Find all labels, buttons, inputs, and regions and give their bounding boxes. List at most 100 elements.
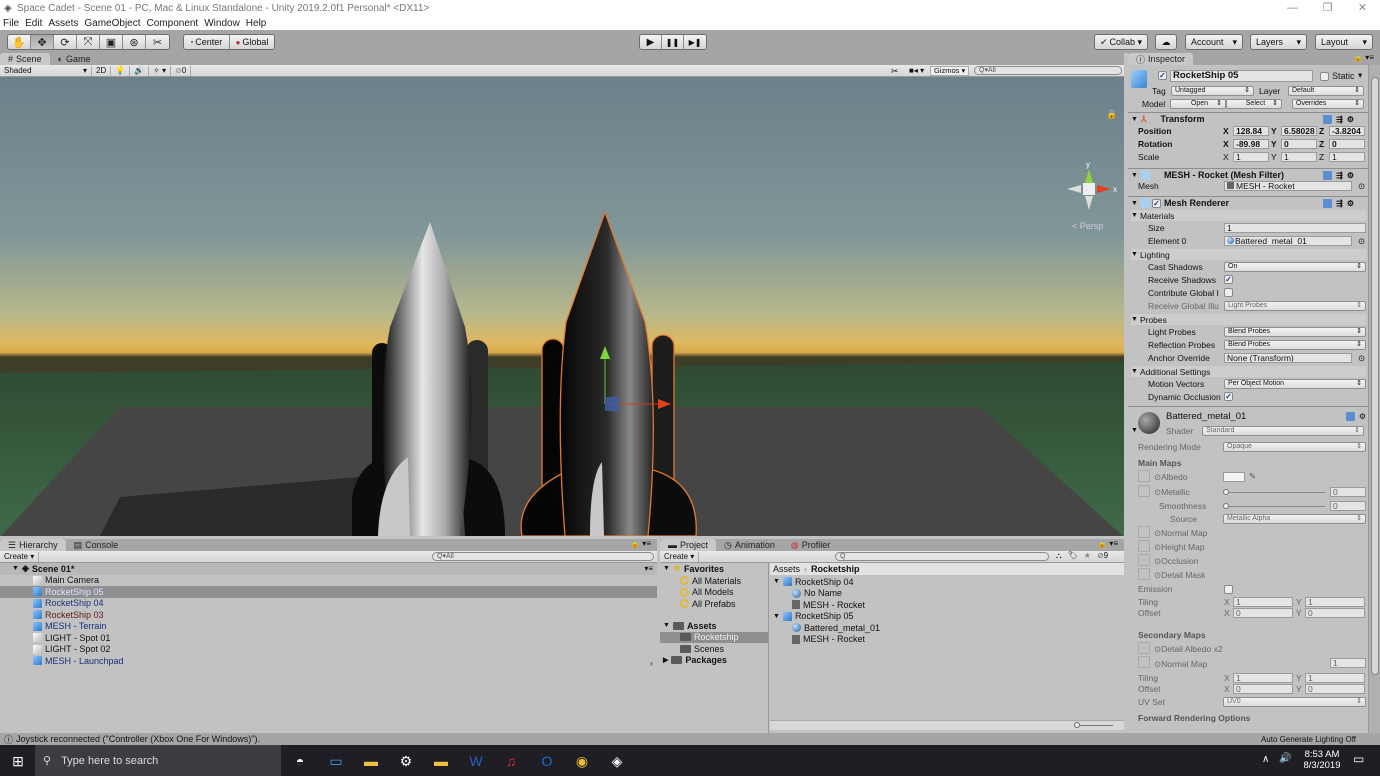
emission-checkbox[interactable] bbox=[1224, 585, 1233, 594]
rotation-x-axis-label[interactable]: X bbox=[1223, 139, 1229, 149]
position-z-field[interactable]: -3.8204 bbox=[1329, 126, 1365, 136]
pivot-center-button[interactable]: ▪ Center bbox=[184, 35, 230, 49]
position-y-axis-label[interactable]: Y bbox=[1271, 126, 1277, 136]
status-message[interactable]: Joystick reconnected ("Controller (Xbox … bbox=[16, 734, 260, 744]
element0-field[interactable]: Battered_metal_01 bbox=[1224, 236, 1352, 246]
account-dropdown[interactable]: Account ▾ bbox=[1185, 34, 1243, 50]
menu-help[interactable]: Help bbox=[246, 18, 267, 29]
windows-start-icon[interactable]: ⊞ bbox=[8, 751, 28, 771]
gizmos-dropdown[interactable]: Gizmos ▾ bbox=[930, 66, 970, 76]
rotation-y-axis-label[interactable]: Y bbox=[1271, 139, 1277, 149]
mesh-renderer-header[interactable]: ▼ ✓ Mesh Renderer ⇶ ⚙ bbox=[1128, 196, 1368, 209]
effects-toggle-icon[interactable]: ✧ ▾ bbox=[149, 65, 172, 76]
tab-inspector[interactable]: ⓘ Inspector bbox=[1128, 53, 1194, 65]
volume-icon[interactable]: 🔊 bbox=[1279, 753, 1291, 764]
pause-button[interactable]: ❚❚ bbox=[662, 35, 684, 49]
position-x-field[interactable]: 128.84 bbox=[1233, 126, 1269, 136]
rotation-x-field[interactable]: -89.98 bbox=[1233, 139, 1269, 149]
receive-shadows-checkbox[interactable]: ✓ bbox=[1224, 275, 1233, 284]
main-tiling-y-field[interactable]: 1 bbox=[1305, 597, 1365, 607]
project-file-item[interactable]: Battered_metal_01 bbox=[770, 622, 1124, 634]
probes-foldout[interactable]: ▼ Probes bbox=[1131, 314, 1366, 325]
hierarchy-item[interactable]: LIGHT - Spot 01 bbox=[0, 632, 657, 644]
albedo-color-swatch[interactable] bbox=[1223, 472, 1245, 482]
folder-scenes[interactable]: Scenes bbox=[660, 643, 768, 655]
gear-icon[interactable]: ⚙ bbox=[1359, 412, 1366, 421]
favorite-all-materials[interactable]: All Materials bbox=[660, 575, 768, 587]
position-z-axis-label[interactable]: Z bbox=[1319, 126, 1324, 136]
step-button[interactable]: ▶❚ bbox=[684, 35, 706, 49]
tab-animation[interactable]: ◷ Animation bbox=[716, 539, 783, 551]
camera-dropdown[interactable]: ■◂ ▾ bbox=[909, 66, 924, 75]
packages-folder[interactable]: ▶ Packages bbox=[660, 655, 768, 667]
task-view-icon[interactable]: ▭ bbox=[326, 751, 346, 771]
collapse-arrow-icon[interactable]: ▼ bbox=[1131, 200, 1138, 207]
metallic-slider-track[interactable] bbox=[1225, 492, 1325, 493]
normal-map-texture-slot[interactable] bbox=[1138, 526, 1150, 538]
folder-rocketship[interactable]: Rocketship bbox=[660, 631, 768, 643]
light-probes-dropdown[interactable]: Blend Probes bbox=[1224, 327, 1366, 337]
project-file-item[interactable]: ▼ RocketShip 04 bbox=[770, 576, 1124, 588]
favorite-star-icon[interactable]: ★ bbox=[1084, 551, 1091, 561]
favorite-all-models[interactable]: All Models bbox=[660, 587, 768, 599]
transform-tool-icon[interactable]: ⊛ bbox=[123, 35, 146, 49]
secondary-normal-scale-field[interactable]: 1 bbox=[1330, 658, 1366, 668]
filter-type-icon[interactable]: ⛬ bbox=[1056, 551, 1062, 561]
mesh-renderer-enabled-checkbox[interactable]: ✓ bbox=[1151, 198, 1161, 208]
metallic-texture-slot[interactable] bbox=[1138, 485, 1150, 497]
scale-z-field[interactable]: 1 bbox=[1329, 152, 1365, 162]
file-explorer-icon[interactable]: ▬ bbox=[361, 751, 381, 771]
word-icon[interactable]: W bbox=[466, 751, 486, 771]
model-open-button[interactable]: Open bbox=[1170, 99, 1226, 109]
project-file-item[interactable]: ▼ RocketShip 05 bbox=[770, 611, 1124, 623]
tab-console[interactable]: ▤ Console bbox=[66, 539, 127, 551]
assets-folder[interactable]: ▼ Assets bbox=[660, 620, 768, 632]
object-picker-icon[interactable]: ⊙ bbox=[1358, 181, 1365, 192]
hierarchy-item[interactable]: RocketShip 05 bbox=[0, 586, 657, 598]
secondary-tiling-x-field[interactable]: 1 bbox=[1233, 673, 1293, 683]
orientation-gizmo[interactable]: y x 🔒 bbox=[1067, 109, 1117, 210]
expand-arrow-icon[interactable]: ▼ bbox=[12, 565, 19, 572]
folder-icon[interactable]: ▬ bbox=[431, 751, 451, 771]
scene-viewport[interactable]: y x 🔒 < Persp bbox=[0, 77, 1124, 536]
metallic-slider-handle[interactable] bbox=[1223, 489, 1229, 495]
menu-gameobject[interactable]: GameObject bbox=[84, 18, 140, 29]
close-button[interactable]: ✕ bbox=[1345, 0, 1380, 17]
minimize-button[interactable]: — bbox=[1275, 0, 1310, 17]
hierarchy-item[interactable]: MESH - Terrain bbox=[0, 621, 657, 633]
inspector-menu-icon[interactable]: 🔒 ▾≡ bbox=[1353, 53, 1374, 62]
secondary-offset-x-field[interactable]: 0 bbox=[1233, 684, 1293, 694]
menu-assets[interactable]: Assets bbox=[48, 18, 78, 29]
scene-root[interactable]: ▼ ◈ Scene 01* ▾≡ bbox=[0, 563, 657, 575]
scale-y-axis-label[interactable]: Y bbox=[1271, 152, 1277, 162]
dynamic-occlusion-checkbox[interactable]: ✓ bbox=[1224, 392, 1233, 401]
project-file-item[interactable]: MESH - Rocket bbox=[770, 634, 1124, 646]
position-x-axis-label[interactable]: X bbox=[1223, 126, 1229, 136]
rotation-z-field[interactable]: 0 bbox=[1329, 139, 1365, 149]
contribute-gi-checkbox[interactable] bbox=[1224, 288, 1233, 297]
hierarchy-item[interactable]: RocketShip 03 bbox=[0, 609, 657, 621]
main-offset-y-field[interactable]: 0 bbox=[1305, 608, 1365, 618]
transform-header[interactable]: ▼ ⅄ Transform ⇶ ⚙ bbox=[1128, 112, 1368, 125]
filter-label-icon[interactable]: 🏷 bbox=[1068, 551, 1078, 561]
scene-search-input[interactable]: Q▾All bbox=[974, 66, 1122, 75]
tray-chevron-icon[interactable]: ∧ bbox=[1262, 754, 1269, 765]
secondary-tiling-y-field[interactable]: 1 bbox=[1305, 673, 1365, 683]
collab-button[interactable]: ✔ Collab ▾ bbox=[1094, 34, 1148, 50]
shader-dropdown[interactable]: Standard bbox=[1202, 426, 1364, 436]
cloud-button[interactable]: ☁ bbox=[1155, 34, 1177, 50]
object-picker-icon[interactable]: ⊙ bbox=[1358, 236, 1365, 247]
tab-game[interactable]: ◐ Game bbox=[50, 53, 99, 65]
pivot-global-button[interactable]: ● Global bbox=[230, 35, 274, 49]
model-select-button[interactable]: Select bbox=[1226, 99, 1282, 109]
static-checkbox[interactable]: ✓ bbox=[1320, 72, 1329, 81]
favorites-section[interactable]: ▼ ★ Favorites bbox=[660, 563, 768, 575]
detail-albedo-slot[interactable] bbox=[1138, 642, 1150, 654]
projection-label[interactable]: < Persp bbox=[1072, 221, 1103, 231]
rotation-y-field[interactable]: 0 bbox=[1281, 139, 1317, 149]
object-name-input[interactable]: RocketShip 05 bbox=[1170, 70, 1313, 82]
object-picker-icon[interactable]: ⊙ bbox=[1358, 353, 1365, 364]
materials-foldout[interactable]: ▼ Materials bbox=[1131, 210, 1366, 221]
preset-icon[interactable]: ⇶ bbox=[1336, 199, 1343, 208]
static-dropdown-icon[interactable]: ▾ bbox=[1358, 70, 1362, 81]
